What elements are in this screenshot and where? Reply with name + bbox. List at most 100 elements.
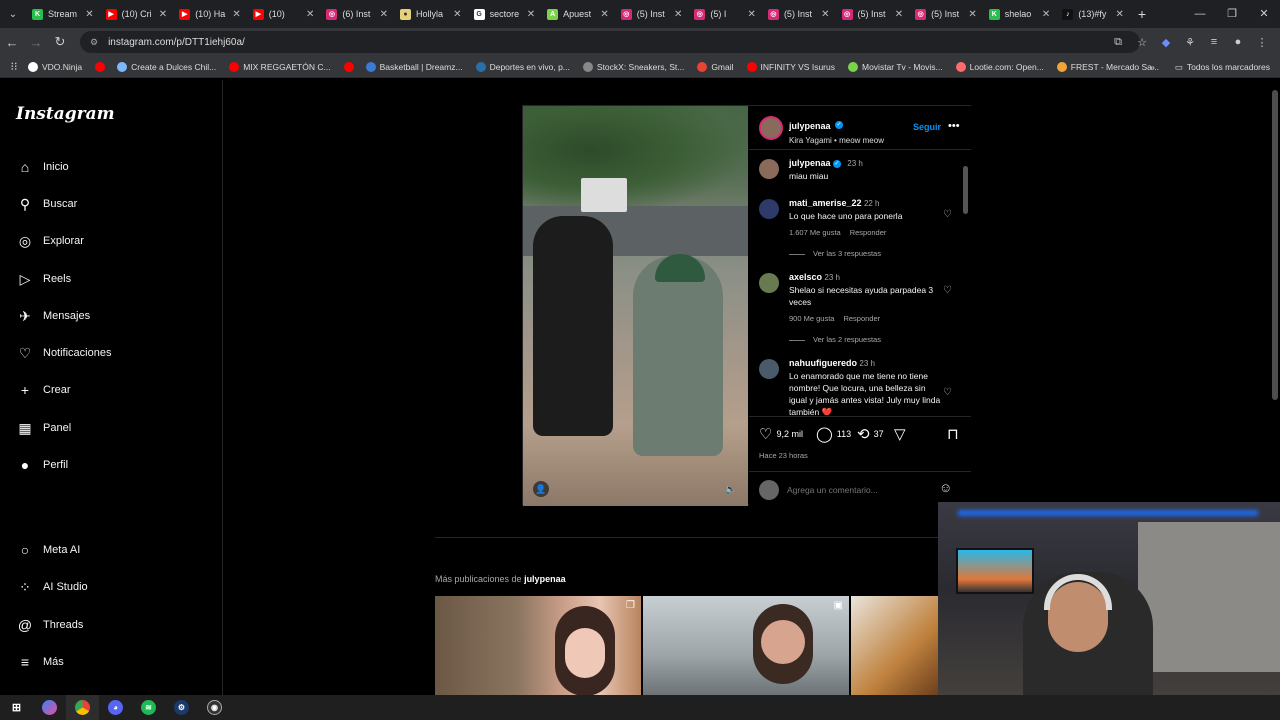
- bookmark-item[interactable]: Movistar Tv - Movis...: [848, 61, 943, 72]
- nav-item-explorar[interactable]: ◎ Explorar: [16, 229, 84, 253]
- like-button[interactable]: ♡ 9,2 mil: [759, 425, 803, 443]
- browser-tab[interactable]: ◎ (5) Inst ✕: [836, 0, 910, 28]
- nav-item-perfil[interactable]: ● Perfil: [16, 453, 68, 477]
- browser-tab[interactable]: ♪ (13)#fy ✕: [1056, 0, 1130, 28]
- nav-item-más[interactable]: ≡ Más: [16, 650, 64, 674]
- tab-close-icon[interactable]: ✕: [821, 9, 829, 20]
- page-scrollbar[interactable]: [1270, 80, 1280, 500]
- tagged-user-icon[interactable]: 👤: [533, 481, 549, 497]
- forward-icon[interactable]: →: [24, 35, 48, 50]
- tab-close-icon[interactable]: ✕: [674, 9, 682, 20]
- browser-tab[interactable]: ▶ (10) ✕: [247, 0, 321, 28]
- bookmark-item[interactable]: INFINITY VS Isurus: [746, 61, 835, 72]
- follow-button[interactable]: Seguir: [913, 122, 941, 132]
- bookmark-item[interactable]: MIX REGGAETÓN C...: [229, 61, 331, 72]
- comment-button[interactable]: ◯ 113: [816, 425, 851, 443]
- like-comment-icon[interactable]: ♡: [943, 387, 952, 399]
- nav-item-buscar[interactable]: ⚲ Buscar: [16, 192, 77, 216]
- chrome-button[interactable]: [66, 695, 99, 720]
- view-replies-button[interactable]: Ver las 3 respuestas: [789, 249, 881, 258]
- bookmark-item[interactable]: [95, 61, 109, 72]
- nav-item-panel[interactable]: ▦ Panel: [16, 416, 71, 440]
- post-video[interactable]: 👤 🔈: [523, 106, 748, 506]
- all-bookmarks-link[interactable]: Todos los marcadores: [1187, 62, 1270, 72]
- nav-item-ai-studio[interactable]: ⁘ AI Studio: [16, 575, 88, 599]
- new-tab-button[interactable]: +: [1130, 6, 1154, 22]
- tab-search-icon[interactable]: ⌄: [0, 0, 26, 28]
- reply-button[interactable]: Responder: [843, 314, 880, 323]
- more-posts-username[interactable]: julypenaa: [524, 574, 566, 584]
- bookmark-item[interactable]: StockX: Sneakers, St...: [582, 61, 684, 72]
- discord-button[interactable]: ◕: [99, 695, 132, 720]
- browser-tab[interactable]: ◎ (5) I ✕: [688, 0, 762, 28]
- tab-close-icon[interactable]: ✕: [527, 9, 535, 20]
- bookmark-item[interactable]: Create a Dulces Chil...: [117, 61, 216, 72]
- author-username[interactable]: julypenaa: [789, 121, 831, 131]
- browser-tab[interactable]: ◎ (5) Inst ✕: [909, 0, 983, 28]
- close-icon[interactable]: ✕: [1248, 0, 1280, 28]
- caption-username[interactable]: julypenaa: [789, 158, 831, 168]
- post-thumbnail[interactable]: [851, 596, 938, 696]
- tab-close-icon[interactable]: ✕: [159, 9, 167, 20]
- restore-icon[interactable]: ❐: [1216, 0, 1248, 28]
- browser-tab[interactable]: ● Hollyla ✕: [394, 0, 468, 28]
- repost-button[interactable]: ⟲ 37: [857, 425, 884, 443]
- browser-tab[interactable]: ▶ (10) Ha ✕: [173, 0, 247, 28]
- back-icon[interactable]: ←: [0, 35, 24, 50]
- browser-tab[interactable]: K Stream ✕: [26, 0, 100, 28]
- like-comment-icon[interactable]: ♡: [943, 209, 952, 221]
- url-bar[interactable]: ⚙ instagram.com/p/DTT1iehj60a/: [80, 31, 1140, 53]
- browser-tab[interactable]: A Apuest ✕: [541, 0, 615, 28]
- likes-count[interactable]: 9,2 mil: [776, 429, 803, 439]
- commenter-avatar[interactable]: [759, 273, 779, 293]
- nav-item-inicio[interactable]: ⌂ Inicio: [16, 155, 69, 179]
- author-subtitle[interactable]: Kira Yagami • meow meow: [789, 136, 884, 145]
- post-thumbnail[interactable]: ❐: [435, 596, 641, 696]
- tab-close-icon[interactable]: ✕: [748, 9, 756, 20]
- start-button[interactable]: ⊞: [0, 695, 33, 720]
- bookmark-item[interactable]: Gmail: [697, 61, 734, 72]
- tab-close-icon[interactable]: ✕: [453, 9, 461, 20]
- install-icon[interactable]: ⧉: [1106, 36, 1130, 49]
- spotify-button[interactable]: ≋: [132, 695, 165, 720]
- bookmark-item[interactable]: Lootie.com: Open...: [955, 61, 1044, 72]
- tab-close-icon[interactable]: ✕: [1042, 9, 1050, 20]
- commenter-username[interactable]: mati_amerise_22: [789, 198, 862, 208]
- reply-button[interactable]: Responder: [850, 228, 887, 237]
- browser-tab[interactable]: Gsectore ✕: [468, 0, 542, 28]
- nav-item-mensajes[interactable]: ✈ Mensajes: [16, 304, 90, 328]
- browser-tab[interactable]: Kshelao ✕: [983, 0, 1057, 28]
- media-icon[interactable]: ≡: [1202, 36, 1226, 48]
- tab-close-icon[interactable]: ✕: [85, 9, 93, 20]
- comment-input[interactable]: [787, 482, 927, 498]
- bookmark-item[interactable]: VDO.Ninja: [28, 61, 82, 72]
- view-replies-button[interactable]: Ver las 2 respuestas: [789, 335, 881, 344]
- reload-icon[interactable]: ↻: [48, 34, 72, 50]
- commenter-username[interactable]: axelsco: [789, 272, 822, 282]
- obs-button[interactable]: ◉: [198, 695, 231, 720]
- caption-avatar[interactable]: [759, 159, 779, 179]
- nav-item-crear[interactable]: + Crear: [16, 378, 71, 402]
- browser-tab[interactable]: ▶ (10) Cri ✕: [100, 0, 174, 28]
- emoji-icon[interactable]: ☺: [939, 480, 952, 495]
- comments-scrollbar[interactable]: [963, 156, 969, 416]
- nav-item-meta-ai[interactable]: ○ Meta AI: [16, 538, 81, 562]
- tab-close-icon[interactable]: ✕: [1116, 9, 1124, 20]
- browser-tab[interactable]: ◎ (5) Inst ✕: [615, 0, 689, 28]
- comment-likes[interactable]: 1.607 Me gusta: [789, 228, 841, 237]
- site-info-icon[interactable]: ⚙: [90, 37, 98, 48]
- browser-menu-icon[interactable]: ⋮: [1250, 36, 1274, 49]
- bookmark-item[interactable]: Basketball | Dreamz...: [365, 61, 463, 72]
- bookmark-item[interactable]: [343, 61, 358, 72]
- nav-item-notificaciones[interactable]: ♡ Notificaciones: [16, 341, 112, 365]
- browser-tab[interactable]: ◎ (6) Inst ✕: [320, 0, 394, 28]
- nav-item-reels[interactable]: ▷ Reels: [16, 267, 72, 291]
- extension-icon[interactable]: ◆: [1154, 36, 1178, 49]
- tab-close-icon[interactable]: ✕: [968, 9, 976, 20]
- copilot-button[interactable]: [33, 695, 66, 720]
- profile-icon[interactable]: ●: [1226, 36, 1250, 48]
- commenter-avatar[interactable]: [759, 199, 779, 219]
- bookmark-star-icon[interactable]: ☆: [1130, 36, 1154, 49]
- bookmark-item[interactable]: FREST - Mercado Sa...: [1056, 61, 1159, 72]
- minimize-icon[interactable]: —: [1184, 0, 1216, 28]
